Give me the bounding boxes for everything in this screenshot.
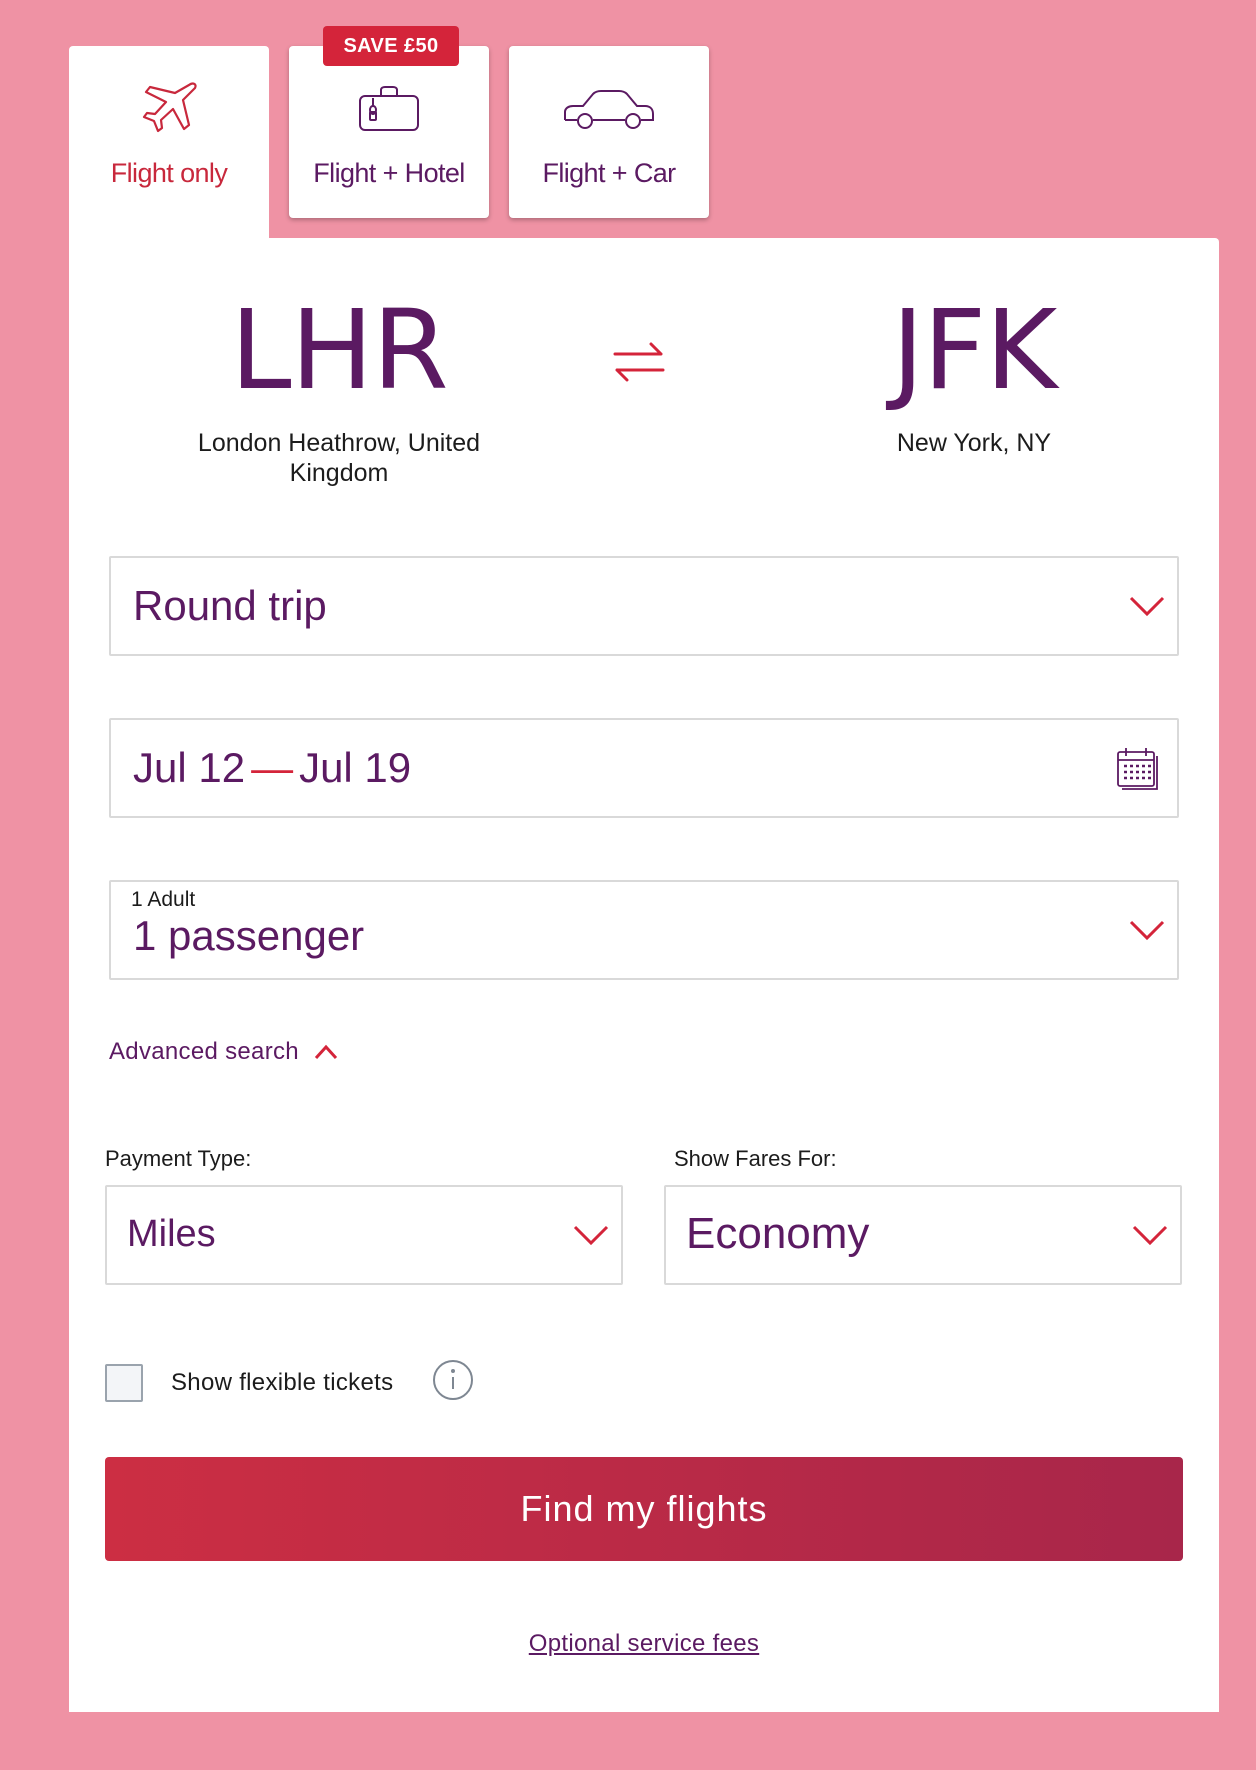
chevron-down-icon	[1127, 912, 1167, 953]
flexible-tickets-label[interactable]: Show flexible tickets	[171, 1369, 393, 1397]
info-icon[interactable]	[431, 1358, 475, 1407]
destination-code[interactable]: JFK	[824, 286, 1124, 414]
tab-label: Flight + Hotel	[313, 158, 465, 188]
find-flights-button[interactable]: Find my flights	[105, 1457, 1183, 1561]
trip-type-value: Round trip	[133, 582, 327, 629]
fare-class-select[interactable]: Economy	[664, 1185, 1182, 1285]
date-range-value: Jul 12— Jul 19	[133, 744, 411, 792]
flexible-tickets-checkbox[interactable]	[105, 1363, 143, 1402]
advanced-search-label: Advanced search	[109, 1038, 299, 1065]
payment-type-label: Payment Type:	[105, 1146, 252, 1171]
date-separator: —	[251, 744, 294, 791]
passenger-count: 1 passenger	[133, 912, 365, 959]
luggage-icon	[357, 74, 421, 144]
fare-class-value: Economy	[686, 1209, 870, 1258]
payment-type-select[interactable]: Miles	[105, 1185, 623, 1285]
tab-flight-hotel[interactable]: Flight + Hotel	[289, 46, 489, 218]
chevron-up-icon	[314, 1044, 338, 1060]
save-badge: SAVE £50	[323, 26, 459, 66]
origin-name: London Heathrow, United Kingdom	[197, 429, 481, 487]
swap-arrows-icon[interactable]	[611, 338, 667, 386]
passengers-select[interactable]: 1 Adult 1 passenger	[109, 880, 1179, 980]
advanced-search-toggle[interactable]: Advanced search	[109, 1038, 339, 1066]
tab-flight-car[interactable]: Flight + Car	[509, 46, 709, 218]
end-date: Jul 19	[299, 744, 412, 791]
show-fares-label: Show Fares For:	[674, 1146, 837, 1171]
car-icon	[561, 74, 657, 144]
optional-service-fees-link[interactable]: Optional service fees	[69, 1630, 1219, 1658]
tab-label: Flight + Car	[542, 158, 676, 188]
origin-code[interactable]: LHR	[189, 286, 489, 414]
tab-label: Flight only	[110, 158, 228, 188]
trip-type-select[interactable]: Round trip	[109, 556, 1179, 656]
chevron-down-icon	[1130, 1217, 1170, 1258]
start-date: Jul 12	[133, 744, 246, 791]
payment-type-value: Miles	[127, 1213, 216, 1255]
flexible-tickets-row: Show flexible tickets	[105, 1358, 475, 1407]
chevron-down-icon	[571, 1217, 611, 1258]
calendar-icon[interactable]	[1115, 746, 1159, 795]
passenger-breakdown: 1 Adult	[131, 888, 196, 911]
search-card: LHR London Heathrow, United Kingdom JFK …	[69, 238, 1219, 1712]
date-range-field[interactable]: Jul 12— Jul 19	[109, 718, 1179, 818]
destination-name: New York, NY	[896, 429, 1052, 457]
airplane-icon	[137, 74, 201, 144]
tab-flight-only[interactable]: Flight only	[69, 46, 269, 242]
chevron-down-icon	[1127, 588, 1167, 629]
booking-page: SAVE £50 Flight only Flight + Hotel Flig…	[0, 0, 1256, 1770]
